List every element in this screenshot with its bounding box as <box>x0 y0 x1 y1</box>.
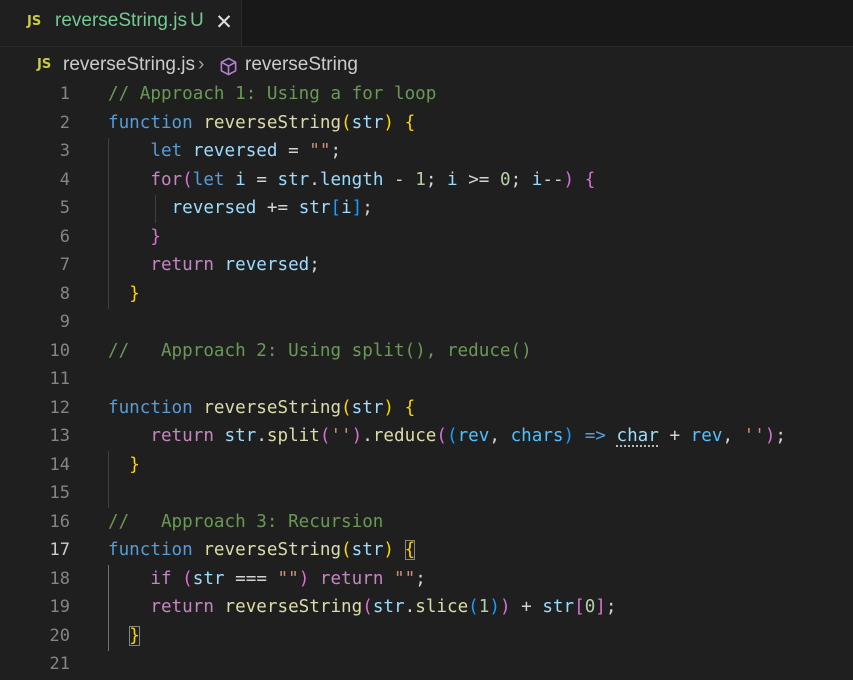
line-number: 11 <box>49 369 70 389</box>
untracked-badge: U <box>190 10 204 31</box>
line-number: 8 <box>59 283 70 304</box>
code-line: 3 let reversed = ""; <box>0 138 853 167</box>
line-number: 12 <box>49 397 70 418</box>
line-number: 14 <box>49 454 70 475</box>
cube-icon <box>220 57 237 76</box>
code-line: 21 <box>0 651 853 680</box>
line-number: 4 <box>59 169 70 190</box>
line-number: 3 <box>59 141 70 161</box>
code-line: 1 // Approach 1: Using a for loop <box>0 81 853 110</box>
code-line: 18 if (str === "") return ""; <box>0 566 853 595</box>
line-text[interactable]: return reversed; <box>108 255 320 275</box>
line-number: 16 <box>49 511 70 532</box>
line-number: 13 <box>49 426 70 446</box>
code-line: 4 for(let i = str.length - 1; i >= 0; i-… <box>0 167 853 196</box>
line-text[interactable]: if (str === "") return ""; <box>108 569 425 589</box>
line-number: 2 <box>59 112 70 133</box>
close-icon[interactable]: ✕ <box>214 10 234 34</box>
line-text[interactable]: // Approach 3: Recursion <box>108 512 383 532</box>
breadcrumb-symbol[interactable]: reverseString <box>245 54 358 76</box>
javascript-file-icon: JS <box>27 14 42 29</box>
line-text[interactable]: for(let i = str.length - 1; i >= 0; i--)… <box>108 170 595 190</box>
javascript-file-icon: JS <box>37 57 52 72</box>
code-line: 6 } <box>0 224 853 253</box>
line-number: 10 <box>49 340 70 361</box>
line-number: 5 <box>59 198 70 218</box>
line-text[interactable]: function reverseString(str) { <box>108 113 415 133</box>
line-text[interactable]: } <box>108 227 161 247</box>
line-text[interactable]: function reverseString(str) { <box>108 398 415 418</box>
code-line: 12 function reverseString(str) { <box>0 395 853 424</box>
line-text[interactable]: reversed += str[i]; <box>108 198 373 218</box>
line-number: 15 <box>49 483 70 503</box>
code-line: 9 <box>0 309 853 338</box>
editor-tab[interactable]: JS reverseString.js U ✕ <box>0 0 242 46</box>
line-text[interactable]: function reverseString(str) { <box>108 540 416 560</box>
editor-tab-bar: JS reverseString.js U ✕ <box>0 0 853 47</box>
line-text[interactable]: // Approach 1: Using a for loop <box>108 84 436 104</box>
line-text[interactable]: } <box>108 625 140 646</box>
line-text[interactable]: // Approach 2: Using split(), reduce() <box>108 341 532 361</box>
line-number: 6 <box>59 226 70 247</box>
line-number: 20 <box>49 625 70 646</box>
breadcrumb-file[interactable]: reverseString.js <box>63 54 195 76</box>
line-number: 21 <box>49 654 70 674</box>
line-number: 19 <box>49 597 70 617</box>
tab-label[interactable]: reverseString.js <box>55 10 187 32</box>
line-text[interactable]: let reversed = ""; <box>108 141 341 161</box>
code-line: 16 // Approach 3: Recursion <box>0 509 853 538</box>
line-number: 1 <box>59 84 70 104</box>
code-line: 15 <box>0 480 853 509</box>
breadcrumb: JS reverseString.js › reverseString <box>0 47 853 81</box>
code-line: 5 reversed += str[i]; <box>0 195 853 224</box>
line-text[interactable]: } <box>108 284 140 304</box>
code-line: 14 } <box>0 452 853 481</box>
code-line: 13 return str.split('').reduce((rev, cha… <box>0 423 853 452</box>
code-line: 7 return reversed; <box>0 252 853 281</box>
code-line: 8 } <box>0 281 853 310</box>
line-number: 18 <box>49 568 70 589</box>
code-editor[interactable]: 1 // Approach 1: Using a for loop 2 func… <box>0 81 853 674</box>
line-text[interactable]: return str.split('').reduce((rev, chars)… <box>108 426 786 446</box>
line-number: 9 <box>59 312 70 332</box>
line-text[interactable]: } <box>108 455 140 475</box>
code-line: 19 return reverseString(str.slice(1)) + … <box>0 594 853 623</box>
code-line: 11 <box>0 366 853 395</box>
code-line: 20 } <box>0 623 853 652</box>
chevron-right-icon: › <box>198 54 205 75</box>
line-number: 7 <box>59 255 70 275</box>
code-line: 2 function reverseString(str) { <box>0 110 853 139</box>
code-line: 10 // Approach 2: Using split(), reduce(… <box>0 338 853 367</box>
line-text[interactable]: return reverseString(str.slice(1)) + str… <box>108 597 616 617</box>
line-number: 17 <box>49 540 70 560</box>
code-line-current: 17 function reverseString(str) { <box>0 537 853 566</box>
